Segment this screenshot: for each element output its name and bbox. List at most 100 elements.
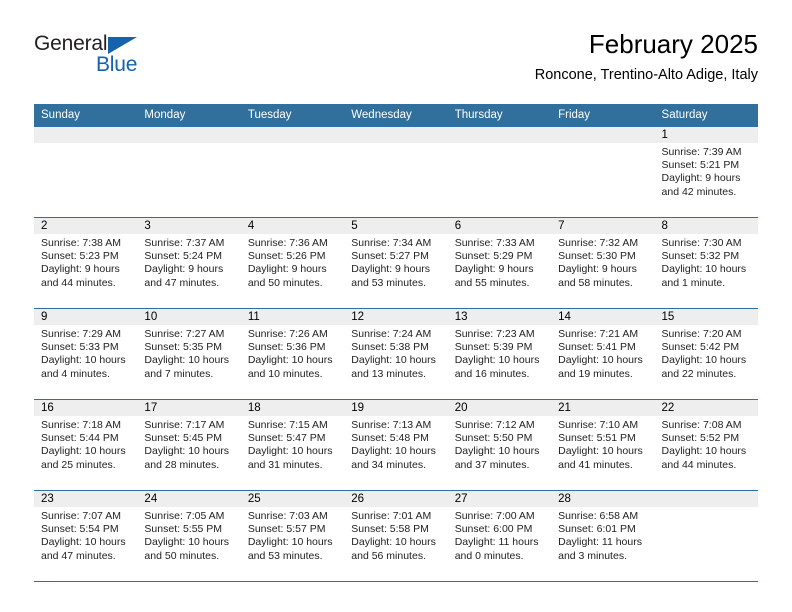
- calendar-day-cell[interactable]: 3 Sunrise: 7:37 AM Sunset: 5:24 PM Daylight…: [137, 218, 241, 308]
- calendar-day-cell-empty: [551, 127, 655, 217]
- daylight-text: and 53 minutes.: [247, 549, 323, 562]
- calendar-page: General Blue February 2025 Roncone, Tren…: [0, 0, 792, 612]
- daylight-text: and 47 minutes.: [41, 549, 116, 562]
- sunset-text: Sunset: 5:23 PM: [41, 250, 119, 263]
- sunrise-text: Sunrise: 7:34 AM: [351, 237, 432, 249]
- calendar-week-row: 9 Sunrise: 7:29 AM Sunset: 5:33 PM Daylight…: [34, 308, 758, 399]
- daylight-text: Daylight: 10 hours: [144, 536, 230, 549]
- calendar-day-cell[interactable]: 2 Sunrise: 7:38 AM Sunset: 5:23 PM Daylight…: [34, 218, 138, 308]
- calendar-day-cell[interactable]: 8 Sunrise: 7:30 AM Sunset: 5:32 PM Daylight…: [654, 218, 758, 308]
- day-number: 13: [447, 309, 552, 325]
- sunrise-text: Sunrise: 7:37 AM: [144, 237, 225, 249]
- calendar-day-cell[interactable]: 21 Sunrise: 7:10 AM Sunset: 5:51 PM Dayligh…: [551, 400, 655, 490]
- calendar-day-cell[interactable]: 24 Sunrise: 7:05 AM Sunset: 5:55 PM Dayligh…: [137, 491, 241, 581]
- page-header: General Blue February 2025 Roncone, Tren…: [34, 28, 758, 94]
- daylight-text: Daylight: 10 hours: [247, 445, 333, 458]
- calendar-day-cell[interactable]: 7 Sunrise: 7:32 AM Sunset: 5:30 PM Daylight…: [551, 218, 655, 308]
- calendar-day-cell[interactable]: 27 Sunrise: 7:00 AM Sunset: 6:00 PM Dayligh…: [447, 491, 552, 581]
- calendar-day-cell[interactable]: 13 Sunrise: 7:23 AM Sunset: 5:39 PM Dayligh…: [447, 309, 552, 399]
- day-number: [34, 127, 138, 143]
- calendar-day-cell[interactable]: 25 Sunrise: 7:03 AM Sunset: 5:57 PM Dayligh…: [240, 491, 345, 581]
- sunset-text: Sunset: 5:36 PM: [247, 341, 326, 354]
- day-sun-info: Sunrise: 7:00 AM Sunset: 6:00 PM Daylight:…: [448, 507, 551, 563]
- calendar-day-cell[interactable]: 6 Sunrise: 7:33 AM Sunset: 5:29 PM Daylight…: [447, 218, 552, 308]
- day-number: [344, 127, 448, 143]
- daylight-text: Daylight: 10 hours: [351, 536, 436, 549]
- sunset-text: Sunset: 5:44 PM: [41, 432, 119, 445]
- sunrise-text: Sunrise: 7:23 AM: [454, 328, 535, 340]
- daylight-text: Daylight: 10 hours: [661, 263, 747, 276]
- day-sun-info: Sunrise: 7:32 AM Sunset: 5:30 PM Daylight:…: [551, 234, 654, 290]
- day-sun-info: Sunrise: 7:30 AM Sunset: 5:32 PM Daylight:…: [655, 234, 758, 290]
- calendar-day-cell[interactable]: 14 Sunrise: 7:21 AM Sunset: 5:41 PM Dayligh…: [551, 309, 655, 399]
- calendar-day-cell[interactable]: 23 Sunrise: 7:07 AM Sunset: 5:54 PM Dayligh…: [34, 491, 138, 581]
- day-number: 14: [551, 309, 655, 325]
- sunrise-text: Sunrise: 7:13 AM: [351, 419, 432, 431]
- daylight-text: Daylight: 10 hours: [351, 445, 436, 458]
- day-number: [447, 127, 552, 143]
- calendar-day-cell[interactable]: 12 Sunrise: 7:24 AM Sunset: 5:38 PM Dayligh…: [344, 309, 448, 399]
- day-number: 15: [654, 309, 758, 325]
- daylight-text: and 44 minutes.: [41, 276, 116, 289]
- sunset-text: Sunset: 5:35 PM: [144, 341, 223, 354]
- daylight-text: and 1 minute.: [661, 276, 726, 289]
- calendar-week-row: 16 Sunrise: 7:18 AM Sunset: 5:44 PM Dayligh…: [34, 399, 758, 490]
- day-number: 7: [551, 218, 655, 234]
- sunrise-text: Sunrise: 7:20 AM: [661, 328, 742, 340]
- daylight-text: Daylight: 10 hours: [144, 445, 230, 458]
- logo-triangle-icon: [108, 37, 137, 54]
- day-sun-info: Sunrise: 7:29 AM Sunset: 5:33 PM Daylight:…: [34, 325, 137, 381]
- sunrise-text: Sunrise: 7:39 AM: [661, 146, 742, 158]
- sunrise-text: Sunrise: 7:29 AM: [41, 328, 121, 340]
- day-number: 19: [344, 400, 448, 416]
- daylight-text: Daylight: 10 hours: [41, 445, 126, 458]
- sunrise-text: Sunrise: 7:32 AM: [558, 237, 639, 249]
- sunset-text: Sunset: 5:52 PM: [661, 432, 740, 445]
- calendar-day-cell[interactable]: 19 Sunrise: 7:13 AM Sunset: 5:48 PM Dayligh…: [344, 400, 448, 490]
- calendar-bottom-rule: [34, 581, 758, 582]
- calendar-day-cell[interactable]: 26 Sunrise: 7:01 AM Sunset: 5:58 PM Dayligh…: [344, 491, 448, 581]
- day-sun-info: Sunrise: 7:36 AM Sunset: 5:26 PM Daylight:…: [241, 234, 344, 290]
- day-sun-info: Sunrise: 7:15 AM Sunset: 5:47 PM Daylight:…: [241, 416, 344, 472]
- daylight-text: and 42 minutes.: [661, 185, 737, 198]
- calendar-day-cell[interactable]: 5 Sunrise: 7:34 AM Sunset: 5:27 PM Daylight…: [344, 218, 448, 308]
- sunrise-text: Sunrise: 7:07 AM: [41, 510, 121, 522]
- day-number: [137, 127, 241, 143]
- day-number: 4: [240, 218, 345, 234]
- sunrise-text: Sunrise: 6:58 AM: [558, 510, 639, 522]
- day-number: 11: [240, 309, 345, 325]
- calendar-day-cell[interactable]: 17 Sunrise: 7:17 AM Sunset: 5:45 PM Dayligh…: [137, 400, 241, 490]
- calendar-day-cell[interactable]: 15 Sunrise: 7:20 AM Sunset: 5:42 PM Dayligh…: [654, 309, 758, 399]
- daylight-text: and 0 minutes.: [454, 549, 524, 562]
- calendar-day-cell[interactable]: 10 Sunrise: 7:27 AM Sunset: 5:35 PM Dayligh…: [137, 309, 241, 399]
- calendar-day-cell[interactable]: 16 Sunrise: 7:18 AM Sunset: 5:44 PM Dayligh…: [34, 400, 138, 490]
- calendar-day-cell[interactable]: 22 Sunrise: 7:08 AM Sunset: 5:52 PM Dayligh…: [654, 400, 758, 490]
- daylight-text: and 16 minutes.: [454, 367, 530, 380]
- calendar-day-cell[interactable]: 11 Sunrise: 7:26 AM Sunset: 5:36 PM Dayligh…: [240, 309, 345, 399]
- calendar-day-cell[interactable]: 18 Sunrise: 7:15 AM Sunset: 5:47 PM Dayligh…: [240, 400, 345, 490]
- day-sun-info: Sunrise: 7:38 AM Sunset: 5:23 PM Daylight:…: [34, 234, 137, 290]
- sunrise-text: Sunrise: 7:03 AM: [247, 510, 328, 522]
- calendar-day-cell[interactable]: 9 Sunrise: 7:29 AM Sunset: 5:33 PM Daylight…: [34, 309, 138, 399]
- weekday-header-monday: Monday: [144, 109, 186, 121]
- sunset-text: Sunset: 5:41 PM: [558, 341, 636, 354]
- weekday-header-wednesday: Wednesday: [351, 109, 412, 121]
- daylight-text: Daylight: 10 hours: [144, 354, 230, 367]
- daylight-text: Daylight: 9 hours: [41, 263, 120, 276]
- daylight-text: Daylight: 10 hours: [558, 445, 643, 458]
- calendar-day-cell[interactable]: 1 Sunrise: 7:39 AM Sunset: 5:21 PM Daylight…: [654, 127, 758, 217]
- daylight-text: Daylight: 10 hours: [454, 354, 540, 367]
- sunrise-text: Sunrise: 7:21 AM: [558, 328, 639, 340]
- sunset-text: Sunset: 5:33 PM: [41, 341, 119, 354]
- daylight-text: Daylight: 10 hours: [351, 354, 436, 367]
- sunset-text: Sunset: 5:27 PM: [351, 250, 429, 263]
- sunrise-text: Sunrise: 7:24 AM: [351, 328, 432, 340]
- daylight-text: and 28 minutes.: [144, 458, 220, 471]
- day-sun-info: Sunrise: 7:17 AM Sunset: 5:45 PM Daylight:…: [137, 416, 240, 472]
- sunset-text: Sunset: 6:00 PM: [454, 523, 533, 536]
- calendar-day-cell[interactable]: 4 Sunrise: 7:36 AM Sunset: 5:26 PM Daylight…: [240, 218, 345, 308]
- sunset-text: Sunset: 5:48 PM: [351, 432, 429, 445]
- day-sun-info: Sunrise: 6:58 AM Sunset: 6:01 PM Daylight:…: [551, 507, 654, 563]
- calendar-day-cell[interactable]: 28 Sunrise: 6:58 AM Sunset: 6:01 PM Dayligh…: [551, 491, 655, 581]
- calendar-day-cell[interactable]: 20 Sunrise: 7:12 AM Sunset: 5:50 PM Dayligh…: [447, 400, 552, 490]
